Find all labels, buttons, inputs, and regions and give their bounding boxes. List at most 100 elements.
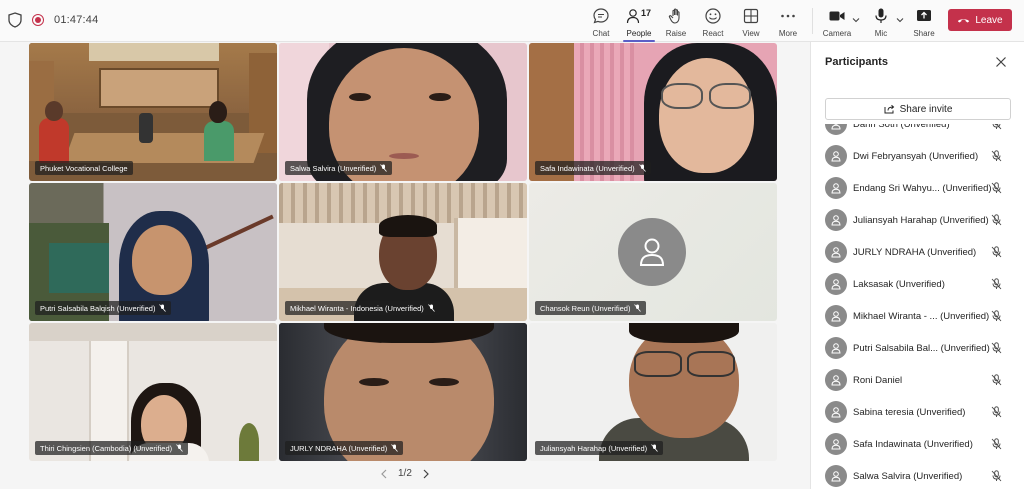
- participant-name: Phuket Vocational College: [40, 163, 128, 173]
- share-invite-icon: [884, 104, 894, 114]
- page-indicator: 1/2: [398, 468, 412, 479]
- participant-row[interactable]: JURLY NDRAHA (Unverified): [811, 236, 1024, 268]
- person-icon: [831, 471, 841, 482]
- video-tile[interactable]: JURLY NDRAHA (Unverified): [279, 323, 527, 461]
- participant-row[interactable]: Putri Salsabila Bal... (Unverified): [811, 332, 1024, 364]
- muted-microphone-icon: [991, 150, 1002, 162]
- muted-microphone-icon: [991, 246, 1002, 258]
- muted-microphone-icon: [634, 304, 642, 312]
- participant-name: Endang Sri Wahyu... (Unverified): [853, 182, 992, 194]
- video-background: [49, 243, 109, 293]
- participant-row[interactable]: Juliansyah Harahap (Unverified): [811, 204, 1024, 236]
- video-background: [132, 225, 192, 295]
- participant-name: Roni Daniel: [853, 374, 903, 386]
- participant-name: Chansok Reun (Unverified): [540, 303, 631, 313]
- participant-row[interactable]: Sabina teresia (Unverified): [811, 396, 1024, 428]
- person-icon: [831, 375, 841, 386]
- video-tile[interactable]: Salwa Salvira (Unverified): [279, 43, 527, 181]
- video-background: [429, 93, 451, 101]
- raise-hand-button[interactable]: Raise: [656, 4, 696, 40]
- participant-name: Dwi Febryansyah (Unverified): [853, 150, 979, 162]
- people-button[interactable]: 17 People: [619, 4, 659, 42]
- muted-microphone-icon: [991, 342, 1002, 354]
- video-tile[interactable]: Chansok Reun (Unverified): [529, 183, 777, 321]
- video-background: [29, 323, 277, 341]
- participant-avatar: [825, 273, 847, 295]
- video-background: [379, 215, 437, 237]
- share-invite-label: Share invite: [899, 103, 953, 115]
- person-icon: [831, 279, 841, 290]
- muted-microphone-icon: [159, 304, 167, 312]
- muted-microphone-icon: [428, 304, 435, 312]
- participant-row[interactable]: Salwa Salvira (Unverified): [811, 460, 1024, 489]
- more-label: More: [778, 29, 798, 38]
- participant-row[interactable]: Mikhael Wiranta - ... (Unverified): [811, 300, 1024, 332]
- video-background: [389, 153, 419, 159]
- participant-name: Laksasak (Unverified): [853, 278, 945, 290]
- close-icon[interactable]: [995, 56, 1007, 68]
- participant-avatar: [618, 218, 686, 286]
- meeting-status: 01:47:44: [8, 12, 98, 28]
- participant-name: Salwa Salvira (Unverified): [853, 470, 963, 482]
- muted-microphone-icon: [991, 470, 1002, 482]
- muted-microphone-icon: [991, 214, 1002, 226]
- leave-button[interactable]: Leave: [948, 9, 1012, 31]
- participant-row[interactable]: Dwi Febryansyah (Unverified): [811, 140, 1024, 172]
- chat-label: Chat: [592, 29, 610, 38]
- view-button[interactable]: View: [731, 4, 771, 40]
- participant-row[interactable]: Safa Indawinata (Unverified): [811, 428, 1024, 460]
- shield-icon[interactable]: [8, 12, 22, 28]
- muted-microphone-icon: [638, 164, 646, 172]
- meeting-timer: 01:47:44: [54, 14, 99, 26]
- video-background: [687, 351, 735, 377]
- participant-avatar: [825, 465, 847, 487]
- video-tile[interactable]: Mikhael Wiranta - Indonesia (Unverified): [279, 183, 527, 321]
- camera-label: Camera: [822, 29, 852, 38]
- participant-row[interactable]: Endang Sri Wahyu... (Unverified): [811, 172, 1024, 204]
- camera-options-chevron-down-icon[interactable]: [852, 16, 860, 24]
- participant-avatar: [825, 337, 847, 359]
- share-button[interactable]: Share: [904, 4, 944, 40]
- person-icon: [831, 247, 841, 258]
- chat-icon: [593, 8, 609, 24]
- react-button[interactable]: React: [693, 4, 733, 40]
- video-tile[interactable]: Thiri Chingsien (Cambodia) (Unverified): [29, 323, 277, 461]
- person-icon: [831, 407, 841, 418]
- share-invite-button[interactable]: Share invite: [825, 98, 1011, 120]
- video-background: [39, 118, 69, 163]
- participant-name: JURLY NDRAHA (Unverified): [290, 443, 388, 453]
- participants-panel: Participants Share invite Dahn Soth (Unv…: [810, 42, 1024, 489]
- participant-list: Dahn Soth (Unverified) Dwi Febryansyah (…: [811, 108, 1024, 489]
- chevron-left-icon[interactable]: [380, 469, 388, 479]
- participant-name-tag: Chansok Reun (Unverified): [535, 301, 647, 315]
- mic-options-chevron-down-icon[interactable]: [896, 16, 904, 24]
- mic-label: Mic: [874, 29, 888, 38]
- participant-name: Putri Salsabila Bal... (Unverified): [853, 342, 990, 354]
- participant-row[interactable]: Laksasak (Unverified): [811, 268, 1024, 300]
- chevron-right-icon[interactable]: [422, 469, 430, 479]
- video-tile[interactable]: Phuket Vocational College: [29, 43, 277, 181]
- video-background: [204, 121, 234, 161]
- panel-title: Participants: [825, 56, 888, 68]
- participant-row[interactable]: Roni Daniel: [811, 364, 1024, 396]
- video-background: [634, 351, 682, 377]
- video-background: [659, 58, 754, 173]
- muted-microphone-icon: [991, 182, 1002, 194]
- participant-name: JURLY NDRAHA (Unverified): [853, 246, 977, 258]
- participant-name-tag: JURLY NDRAHA (Unverified): [285, 441, 404, 455]
- video-tile[interactable]: Putri Salsabila Balqish (Unverified): [29, 183, 277, 321]
- more-button[interactable]: More: [768, 4, 808, 40]
- chat-button[interactable]: Chat: [581, 4, 621, 40]
- toolbar-divider: [812, 8, 813, 34]
- participant-name-tag: Thiri Chingsien (Cambodia) (Unverified): [35, 441, 189, 455]
- video-background: [661, 83, 703, 109]
- microphone-icon: [875, 8, 887, 23]
- video-tile[interactable]: Juliansyah Harahap (Unverified): [529, 323, 777, 461]
- participant-name-tag: Mikhael Wiranta - Indonesia (Unverified): [285, 301, 440, 315]
- participant-name: Safa Indawinata (Unverified): [540, 163, 635, 173]
- muted-microphone-icon: [991, 374, 1002, 386]
- camera-button[interactable]: Camera: [817, 4, 857, 40]
- mic-button[interactable]: Mic: [861, 4, 901, 40]
- video-tile[interactable]: Safa Indawinata (Unverified): [529, 43, 777, 181]
- muted-microphone-icon: [991, 310, 1002, 322]
